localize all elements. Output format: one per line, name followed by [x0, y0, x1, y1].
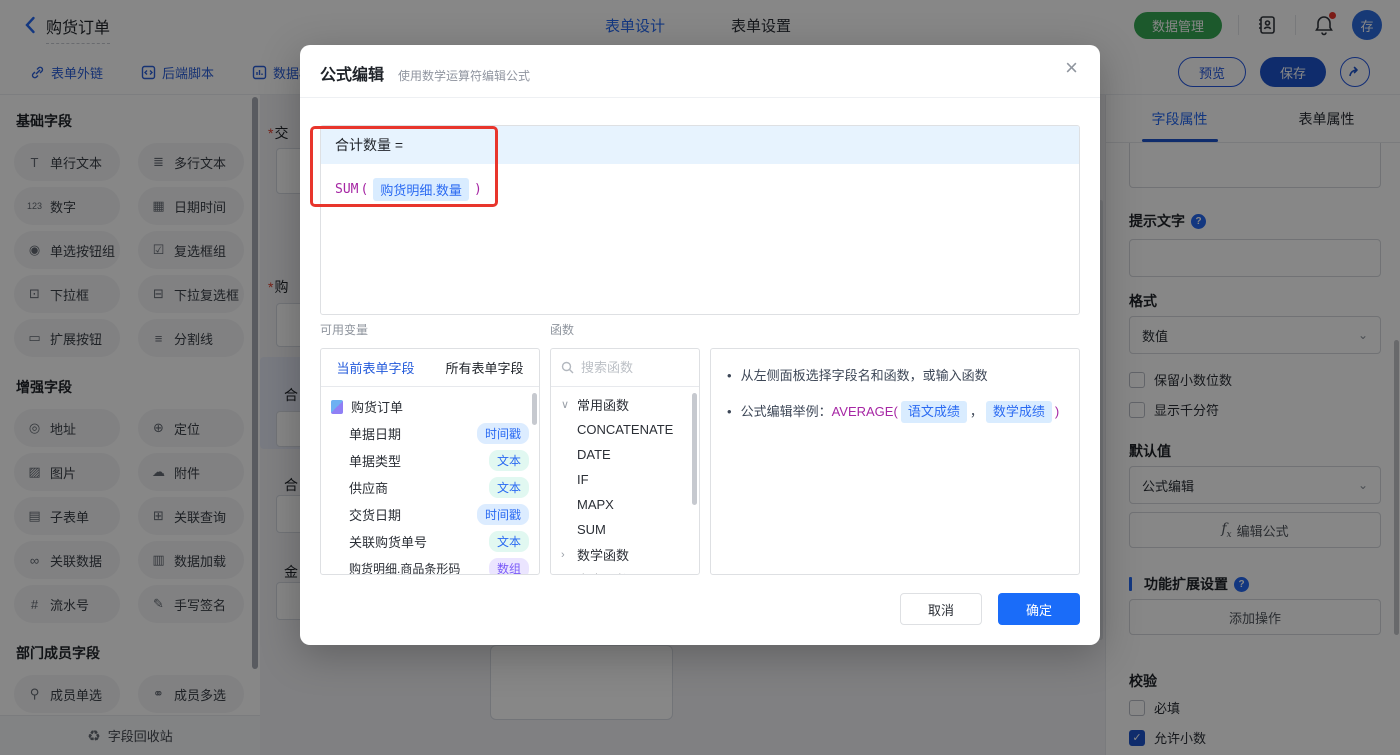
tab-all-form-fields[interactable]: 所有表单字段 — [430, 349, 539, 386]
example-function: AVERAGE — [831, 404, 894, 420]
variables-scrollbar[interactable] — [532, 393, 537, 425]
variable-row[interactable]: 单据类型 文本 — [321, 447, 539, 474]
function-group-math[interactable]: › 数学函数 — [551, 542, 699, 567]
functions-panel: ∨ 常用函数 CONCATENATE DATE IF MAPX SUM › 数学… — [550, 348, 700, 575]
function-search-input[interactable] — [581, 360, 681, 375]
variable-row[interactable]: 交货日期 时间戳 — [321, 501, 539, 528]
tip-line-1: 从左侧面板选择字段名和函数，或输入函数 — [740, 368, 988, 383]
formula-field-chip[interactable]: 购货明细.数量 — [373, 178, 469, 201]
variables-root-node[interactable]: 购货订单 — [321, 393, 539, 420]
function-item-if[interactable]: IF — [551, 467, 699, 492]
modal-title: 公式编辑 — [320, 67, 385, 84]
divider — [300, 97, 1100, 98]
modal-subtitle: 使用数学运算符编辑公式 — [398, 69, 531, 83]
type-badge: 时间戳 — [476, 423, 529, 444]
function-item-sum[interactable]: SUM — [551, 517, 699, 542]
type-badge: 时间戳 — [476, 504, 529, 525]
variable-row[interactable]: 关联购货单号 文本 — [321, 528, 539, 555]
function-item-mapx[interactable]: MAPX — [551, 492, 699, 517]
formula-editor-area[interactable]: 合计数量 = SUM(购货明细.数量) — [320, 125, 1080, 315]
type-badge: 数组 — [488, 558, 529, 574]
variable-row[interactable]: 供应商 文本 — [321, 474, 539, 501]
functions-scrollbar[interactable] — [692, 393, 697, 505]
tip-line-2: 公式编辑举例： AVERAGE(语文成绩，数学成绩) — [741, 401, 1059, 424]
example-chip: 语文成绩 — [900, 401, 967, 424]
close-icon[interactable]: × — [1065, 57, 1078, 79]
chevron-right-icon: › — [561, 574, 571, 575]
type-badge: 文本 — [488, 531, 529, 552]
example-chip: 数学成绩 — [985, 401, 1052, 424]
formula-function: SUM — [335, 182, 359, 197]
functions-label: 函数 — [550, 323, 575, 337]
chevron-down-icon: ∨ — [561, 399, 570, 411]
form-doc-icon — [331, 399, 343, 414]
variable-row[interactable]: 购货明细.商品条形码 数组 — [321, 555, 539, 574]
variables-panel: 当前表单字段 所有表单字段 购货订单 单据日期 时间戳 单据类型 文本 供应商 文本 … — [320, 348, 540, 575]
variables-label: 可用变量 — [320, 323, 369, 337]
chevron-right-icon: › — [561, 548, 565, 561]
function-group-text[interactable]: › 文本函数 — [551, 567, 699, 575]
function-item-concatenate[interactable]: CONCATENATE — [551, 417, 699, 442]
formula-editor-modal: 公式编辑 使用数学运算符编辑公式 × 合计数量 = SUM(购货明细.数量) 可… — [300, 45, 1100, 645]
function-group-common[interactable]: ∨ 常用函数 — [551, 392, 699, 417]
tab-current-form-fields[interactable]: 当前表单字段 — [321, 349, 430, 386]
type-badge: 文本 — [488, 450, 529, 471]
confirm-button[interactable]: 确定 — [998, 593, 1080, 625]
function-item-date[interactable]: DATE — [551, 442, 699, 467]
variable-row[interactable]: 单据日期 时间戳 — [321, 420, 539, 447]
search-icon — [561, 361, 574, 374]
type-badge: 文本 — [488, 477, 529, 498]
tips-panel: • 从左侧面板选择字段名和函数，或输入函数 • 公式编辑举例： AVERAGE(语… — [710, 348, 1080, 575]
formula-target: 合计数量 = — [321, 126, 1079, 164]
cancel-button[interactable]: 取消 — [900, 593, 982, 625]
